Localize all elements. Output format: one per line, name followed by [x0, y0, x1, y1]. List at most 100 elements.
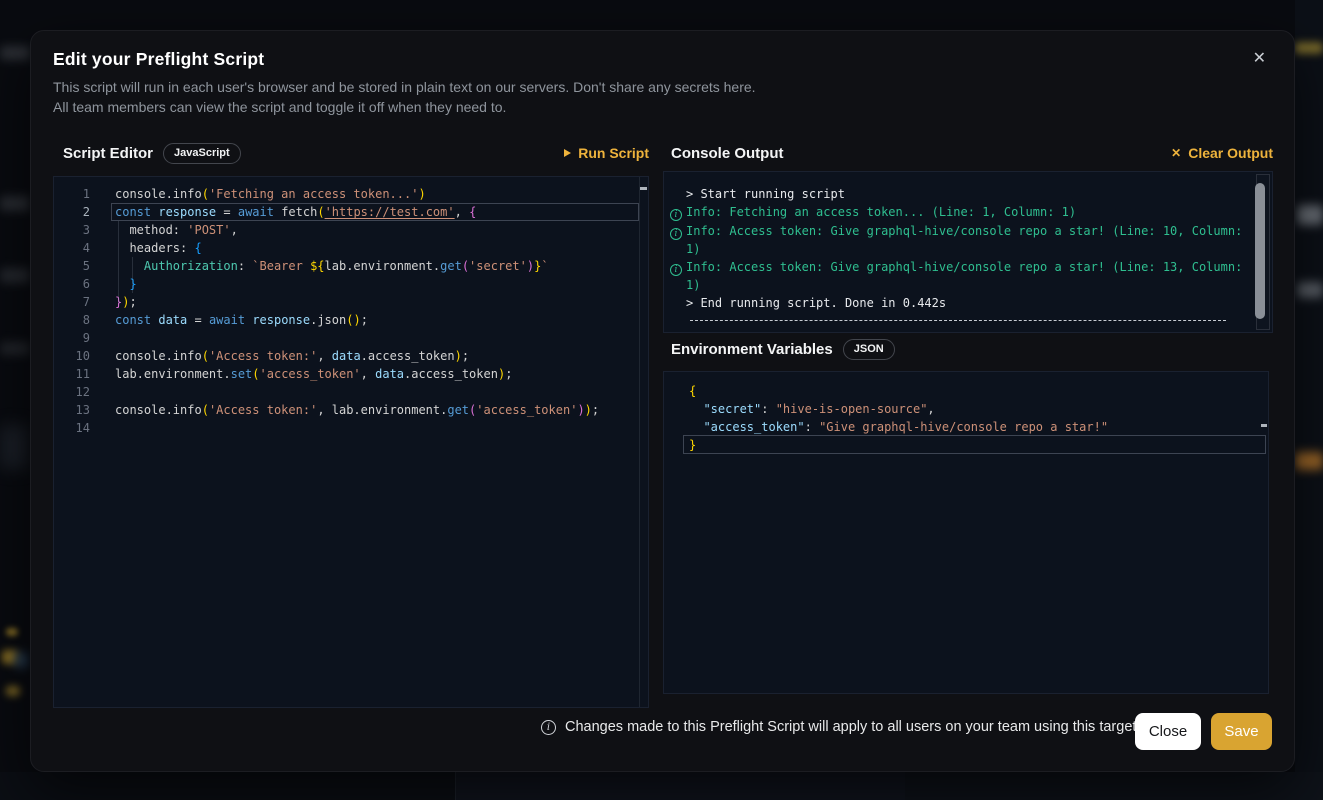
code-token: "access_token": [703, 420, 804, 434]
code-token: ,: [927, 402, 934, 416]
code-token: [115, 259, 144, 273]
code-line: 12: [54, 383, 648, 401]
code-token: data: [158, 313, 187, 327]
console-log-text: > Start running script: [686, 185, 845, 203]
code-line: 11lab.environment.set('access_token', da…: [54, 365, 648, 383]
code-token: `: [541, 259, 548, 273]
code-token: ,: [455, 205, 469, 219]
code-token: ;: [361, 313, 368, 327]
code-content: }: [115, 275, 137, 293]
code-token: =: [187, 313, 209, 327]
code-line: 9: [54, 329, 648, 347]
code-token: ,: [231, 223, 238, 237]
backdrop-fragment: [14, 652, 28, 668]
code-line: 7});: [54, 293, 648, 311]
code-line: 6 }: [54, 275, 648, 293]
code-token: await: [209, 313, 245, 327]
code-token: (: [202, 403, 209, 417]
overview-ruler-cursor-mark: [1261, 424, 1267, 427]
backdrop-fragment: [1297, 205, 1323, 225]
code-token: "hive-is-open-source": [776, 402, 928, 416]
console-scrollbar[interactable]: [1256, 174, 1270, 330]
json-badge: JSON: [843, 339, 895, 360]
save-button[interactable]: Save: [1211, 713, 1272, 750]
backdrop-fragment: [905, 772, 1323, 800]
code-line: 3 method: 'POST',: [54, 221, 648, 239]
code-token: console.info: [115, 403, 202, 417]
environment-variables-editor[interactable]: { "secret": "hive-is-open-source", "acce…: [663, 371, 1269, 694]
code-line: 1console.info('Fetching an access token.…: [54, 185, 648, 203]
backdrop-fragment: [1297, 282, 1323, 298]
code-token: await: [238, 205, 274, 219]
line-number: 12: [54, 383, 90, 401]
backdrop-fragment: [0, 342, 30, 355]
code-token: Authorization: [144, 259, 238, 273]
backdrop-fragment: [1295, 452, 1323, 470]
line-number: 1: [54, 185, 90, 203]
code-content: headers: {: [115, 239, 202, 257]
modal-description-line1: This script will run in each user's brow…: [53, 79, 756, 95]
code-token: .json: [310, 313, 346, 327]
console-scrollbar-thumb[interactable]: [1255, 183, 1265, 319]
console-log-text: > End running script. Done in 0.442s: [686, 294, 946, 312]
backdrop-fragment: [1295, 42, 1323, 54]
javascript-badge: JavaScript: [163, 143, 241, 164]
backdrop-fragment: [0, 196, 30, 211]
code-token: [115, 277, 129, 291]
screen-backdrop: Edit your Preflight Script ✕ This script…: [0, 0, 1323, 800]
info-circle-icon: i: [670, 209, 682, 221]
code-token: const: [115, 313, 151, 327]
close-button[interactable]: Close: [1135, 713, 1201, 750]
code-token: const: [115, 205, 151, 219]
modal-description-line2: All team members can view the script and…: [53, 99, 506, 115]
code-line: 5 Authorization: `Bearer ${lab.environme…: [54, 257, 648, 275]
code-token: get: [447, 403, 469, 417]
play-icon: [564, 149, 571, 157]
line-number: 6: [54, 275, 90, 293]
console-output-panel: > Start running scriptiInfo: Fetching an…: [663, 171, 1273, 333]
code-token: {: [469, 205, 476, 219]
json-line: }: [689, 436, 1268, 454]
code-token: ,: [361, 367, 375, 381]
code-token: headers:: [115, 241, 194, 255]
code-token: (: [317, 205, 324, 219]
code-content: });: [115, 293, 137, 311]
clear-output-button[interactable]: ✕ Clear Output: [1171, 145, 1273, 161]
code-content: const response = await fetch('https://te…: [115, 203, 476, 221]
footer-notice: i Changes made to this Preflight Script …: [541, 719, 1140, 735]
line-number: 7: [54, 293, 90, 311]
console-log-entry: iInfo: Access token: Give graphql-hive/c…: [668, 222, 1246, 258]
code-content: console.info('Access token:', lab.enviro…: [115, 401, 599, 419]
log-indent: [668, 185, 686, 203]
code-token: ,: [317, 349, 331, 363]
code-line: 13console.info('Access token:', lab.envi…: [54, 401, 648, 419]
info-circle-icon: i: [668, 203, 686, 222]
code-token: [689, 420, 703, 434]
code-token: [689, 402, 703, 416]
run-script-button[interactable]: Run Script: [564, 145, 649, 161]
code-token: 'Fetching an access token...': [209, 187, 419, 201]
code-token: ${: [310, 259, 324, 273]
backdrop-fragment: [0, 268, 30, 283]
code-token: (: [252, 367, 259, 381]
code-token: 'secret': [469, 259, 527, 273]
backdrop-fragment: [6, 628, 18, 636]
code-token: (: [202, 349, 209, 363]
code-token: (: [202, 187, 209, 201]
console-log-text: Info: Access token: Give graphql-hive/co…: [686, 258, 1246, 294]
info-circle-icon: i: [668, 222, 686, 258]
code-token: data: [332, 349, 361, 363]
console-log-text: Info: Access token: Give graphql-hive/co…: [686, 222, 1246, 258]
line-number: 8: [54, 311, 90, 329]
code-content: Authorization: `Bearer ${lab.environment…: [115, 257, 549, 275]
code-token: get: [440, 259, 462, 273]
code-token: (): [346, 313, 360, 327]
console-log-text: Info: Fetching an access token... (Line:…: [686, 203, 1076, 222]
console-log-entry: > Start running script: [668, 185, 1246, 203]
code-token: (: [462, 259, 469, 273]
code-line: 10console.info('Access token:', data.acc…: [54, 347, 648, 365]
line-number: 4: [54, 239, 90, 257]
script-editor[interactable]: 1console.info('Fetching an access token.…: [53, 176, 649, 708]
code-token: `Bearer: [252, 259, 310, 273]
close-icon[interactable]: ✕: [1247, 45, 1272, 73]
